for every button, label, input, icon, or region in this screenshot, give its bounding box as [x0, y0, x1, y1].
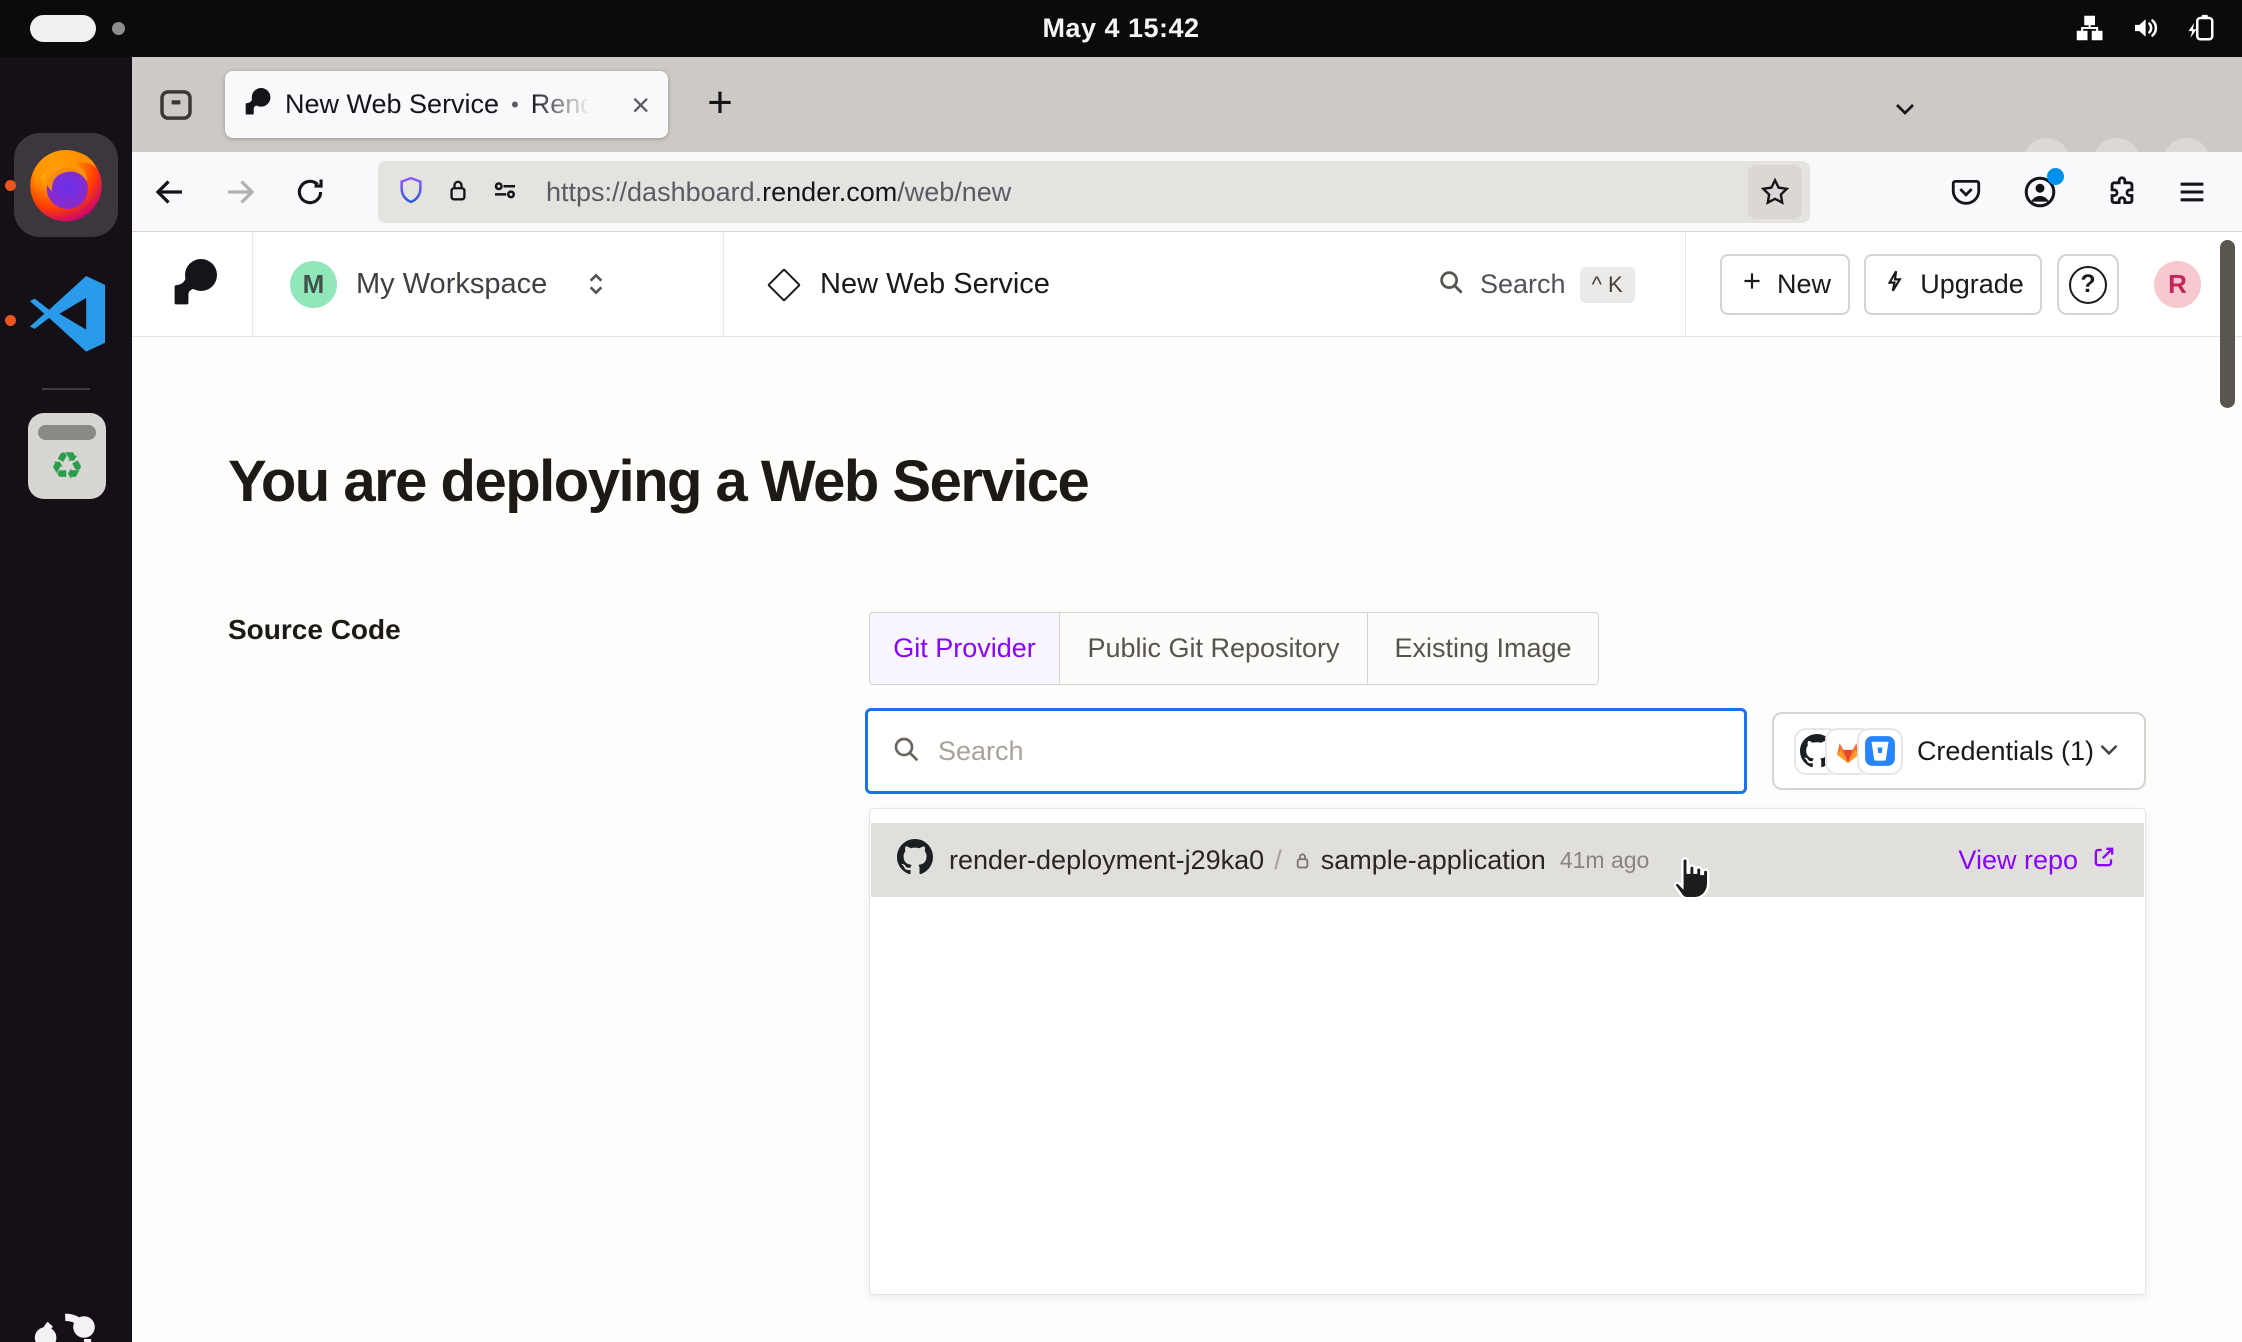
bitbucket-credential-icon [1857, 728, 1903, 775]
lock-icon[interactable] [444, 176, 472, 209]
battery-charging-icon [2186, 13, 2216, 48]
render-favicon [243, 88, 271, 121]
repo-row[interactable]: render-deployment-j29ka0 / sample-applic… [871, 823, 2144, 897]
dock-item-vscode[interactable] [24, 276, 108, 360]
show-apps-button[interactable] [30, 1303, 102, 1342]
search-shortcut-badge: ^ K [1580, 267, 1635, 303]
tab-strip: New Web Service • Rend × + [132, 57, 2242, 152]
network-icon [2074, 13, 2104, 48]
navigation-toolbar: https://dashboard.render.com/web/new [132, 152, 2242, 232]
repo-owner: render-deployment-j29ka0 [949, 845, 1264, 876]
view-repo-link[interactable]: View repo [1958, 843, 2118, 878]
account-notification-dot [2047, 168, 2064, 185]
page-scrollbar-thumb[interactable] [2220, 240, 2235, 408]
hamburger-menu-button[interactable] [2170, 170, 2214, 214]
source-code-label: Source Code [228, 614, 401, 646]
plus-icon [1739, 268, 1765, 301]
recycle-icon: ♻ [28, 443, 106, 491]
vscode-running-dot [5, 315, 16, 326]
page-heading: You are deploying a Web Service [228, 448, 1088, 515]
trash-lid [38, 425, 96, 440]
private-repo-lock-icon [1292, 850, 1313, 871]
help-button[interactable]: ? [2057, 254, 2119, 315]
credentials-label: Credentials (1) [1917, 736, 2094, 767]
dock-item-trash[interactable]: ♻ [28, 413, 106, 499]
user-avatar[interactable]: R [2154, 261, 2201, 308]
extensions-icon[interactable] [2100, 170, 2144, 214]
repo-list-panel: render-deployment-j29ka0 / sample-applic… [869, 808, 2146, 1295]
list-all-tabs-button[interactable] [1877, 81, 1933, 137]
dock: ♻ [0, 57, 132, 1342]
render-logo[interactable] [170, 259, 218, 312]
account-button[interactable] [2018, 170, 2062, 214]
app-header: M My Workspace New Web Service Search ^ … [132, 232, 2242, 337]
workspace-avatar[interactable]: M [290, 261, 337, 308]
firefox-icon [22, 139, 110, 232]
render-dashboard-page: M My Workspace New Web Service Search ^ … [132, 232, 2242, 1342]
repo-search-input[interactable] [938, 736, 1722, 767]
volume-icon [2130, 13, 2160, 48]
tab-close-icon[interactable]: × [631, 89, 650, 121]
chevron-up-down-icon[interactable] [580, 268, 612, 305]
diamond-icon [767, 268, 801, 302]
dock-divider [42, 388, 90, 390]
new-button[interactable]: New [1720, 254, 1850, 315]
new-tab-button[interactable]: + [692, 75, 748, 131]
search-icon [890, 733, 922, 770]
lightning-icon [1882, 268, 1908, 301]
system-top-bar: May 4 15:42 [0, 0, 2242, 57]
firefox-running-dot [5, 180, 16, 191]
system-clock[interactable]: May 4 15:42 [0, 0, 2242, 57]
search-label: Search [1480, 269, 1566, 300]
workspace-switcher[interactable]: My Workspace [356, 232, 547, 337]
reload-button[interactable] [288, 170, 332, 214]
tab-git-provider[interactable]: Git Provider [869, 612, 1060, 685]
tracking-protection-shield-icon[interactable] [396, 175, 426, 210]
question-mark-icon: ? [2069, 266, 2107, 304]
vscode-icon [24, 347, 108, 364]
repo-updated-time: 41m ago [1560, 847, 1650, 874]
browser-tab[interactable]: New Web Service • Rend × [225, 71, 668, 138]
browser-window: New Web Service • Rend × + [132, 57, 2242, 1342]
github-icon [897, 839, 933, 882]
header-divider [723, 232, 724, 336]
header-divider [1685, 232, 1686, 336]
pocket-button[interactable] [1944, 170, 1988, 214]
tab-public-git-repository[interactable]: Public Git Repository [1059, 612, 1368, 685]
forward-button[interactable] [218, 170, 262, 214]
permissions-icon[interactable] [490, 175, 520, 210]
credentials-dropdown[interactable]: Credentials (1) [1772, 712, 2146, 790]
bookmark-star-button[interactable] [1748, 165, 1802, 219]
firefox-view-button[interactable] [154, 83, 198, 127]
back-button[interactable] [148, 170, 192, 214]
search-icon [1436, 267, 1466, 302]
chevron-down-icon [2094, 734, 2124, 769]
source-tabs: Git Provider Public Git Repository Exist… [869, 612, 1599, 685]
repo-separator: / [1274, 845, 1282, 876]
repo-search-box[interactable] [865, 708, 1747, 794]
tab-existing-image[interactable]: Existing Image [1367, 612, 1599, 685]
system-status-area[interactable] [2074, 13, 2216, 48]
global-search-button[interactable]: Search ^ K [1436, 232, 1635, 337]
repo-name: sample-application [1321, 845, 1546, 876]
tab-title: New Web Service • Rend [285, 89, 595, 120]
url-bar[interactable]: https://dashboard.render.com/web/new [378, 161, 1810, 223]
cursor-pointer [1670, 850, 1720, 909]
screen: May 4 15:42 [0, 0, 2242, 1342]
dock-item-firefox[interactable] [14, 133, 118, 237]
header-divider [252, 232, 253, 336]
url-text: https://dashboard.render.com/web/new [546, 177, 1011, 208]
upgrade-button[interactable]: Upgrade [1864, 254, 2042, 315]
external-link-icon [2090, 843, 2118, 878]
page-title: New Web Service [820, 232, 1050, 337]
